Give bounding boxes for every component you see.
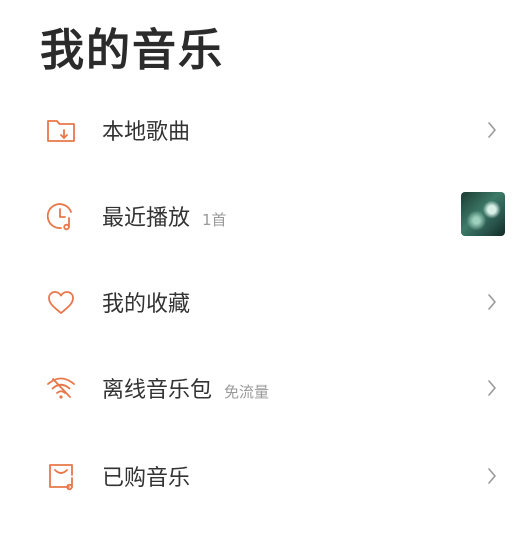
chevron-right-icon: [488, 294, 496, 310]
chevron-right-icon: [488, 380, 496, 396]
list-item-label: 离线音乐包 免流量: [102, 372, 269, 404]
list-item-title: 本地歌曲: [102, 120, 191, 145]
chevron-right-icon: [488, 122, 496, 138]
purchased-music-icon: [44, 459, 78, 493]
chevron-right-icon: [488, 468, 496, 484]
list-item-label: 本地歌曲: [102, 114, 190, 146]
clock-music-icon: [44, 199, 78, 233]
folder-download-icon: [44, 113, 78, 147]
list-item-favorites[interactable]: 我的收藏: [0, 272, 529, 332]
list-item-purchased[interactable]: 已购音乐: [0, 446, 529, 506]
list-item-note: 免流量: [224, 382, 270, 401]
list-item-offline-package[interactable]: 离线音乐包 免流量: [0, 358, 529, 418]
list-item-label: 最近播放 1首: [102, 200, 227, 232]
list-item-label: 我的收藏: [102, 286, 190, 318]
page-title: 我的音乐: [40, 25, 224, 76]
list-item-title: 最近播放: [102, 206, 191, 231]
heart-icon: [44, 285, 78, 319]
list-item-title: 已购音乐: [102, 466, 191, 491]
album-thumbnail[interactable]: [461, 192, 505, 236]
list-item-title: 我的收藏: [102, 292, 191, 317]
list-item-recent-plays[interactable]: 最近播放 1首: [0, 186, 529, 246]
list-item-count: 1首: [202, 210, 227, 229]
list-item-label: 已购音乐: [102, 460, 190, 492]
wifi-icon: [44, 371, 78, 405]
list-item-title: 离线音乐包: [102, 378, 213, 403]
list-item-local-songs[interactable]: 本地歌曲: [0, 100, 529, 160]
